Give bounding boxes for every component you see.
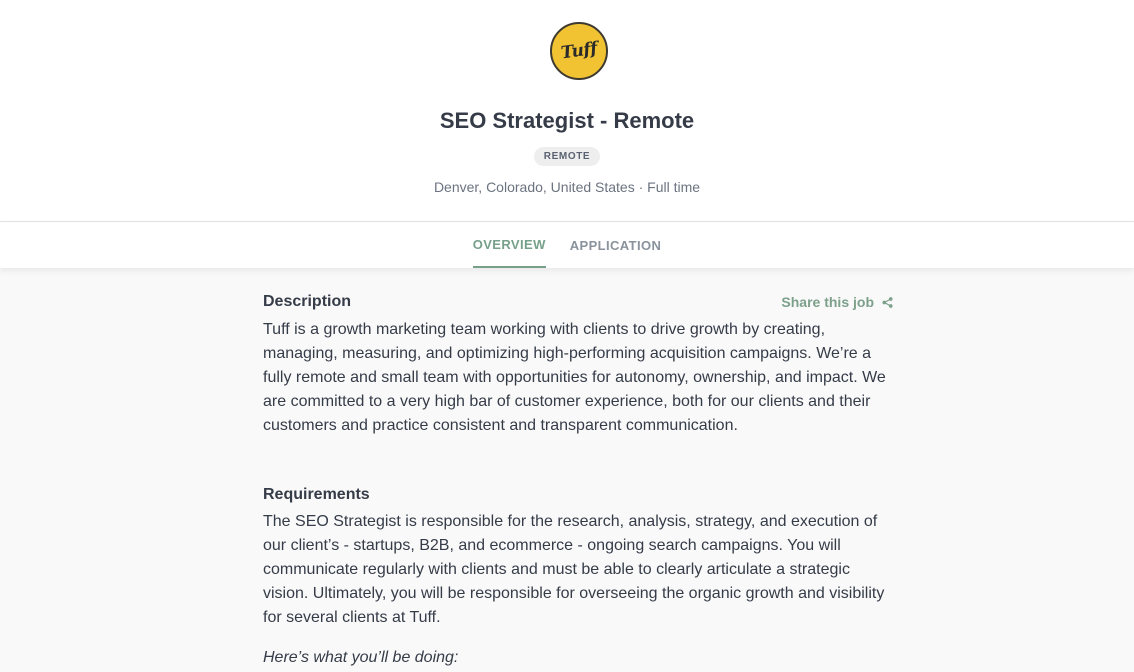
- share-icon: [882, 296, 893, 308]
- requirements-heading: Requirements: [263, 486, 370, 503]
- job-location-meta: Denver, Colorado, United States · Full t…: [433, 179, 701, 195]
- doing-subheading: Here’s what you’ll be doing:: [263, 649, 459, 666]
- description-text: Tuff is a growth marketing team working …: [263, 321, 886, 434]
- company-logo[interactable]: Tuff: [550, 22, 608, 80]
- share-job-link[interactable]: Share this job: [781, 294, 893, 310]
- job-title: SEO Strategist - Remote: [439, 108, 695, 133]
- description-header: Description Share this job: [263, 292, 893, 312]
- badge-container: REMOTE: [0, 146, 1134, 166]
- requirements-text: The SEO Strategist is responsible for th…: [263, 513, 885, 626]
- job-header: Tuff SEO Strategist - Remote REMOTE Denv…: [0, 0, 1134, 222]
- tab-overview[interactable]: OVERVIEW: [472, 222, 546, 268]
- description-heading: Description: [263, 293, 352, 310]
- company-logo-text: Tuff: [559, 38, 599, 64]
- job-tabs: OVERVIEW APPLICATION: [0, 222, 1134, 268]
- workplace-badge: REMOTE: [533, 147, 601, 166]
- share-job-label: Share this job: [781, 294, 874, 310]
- job-content: Description Share this job Tuff is a gro…: [263, 292, 893, 670]
- requirements-section: Requirements The SEO Strategist is respo…: [263, 486, 893, 670]
- tab-application[interactable]: APPLICATION: [570, 222, 662, 268]
